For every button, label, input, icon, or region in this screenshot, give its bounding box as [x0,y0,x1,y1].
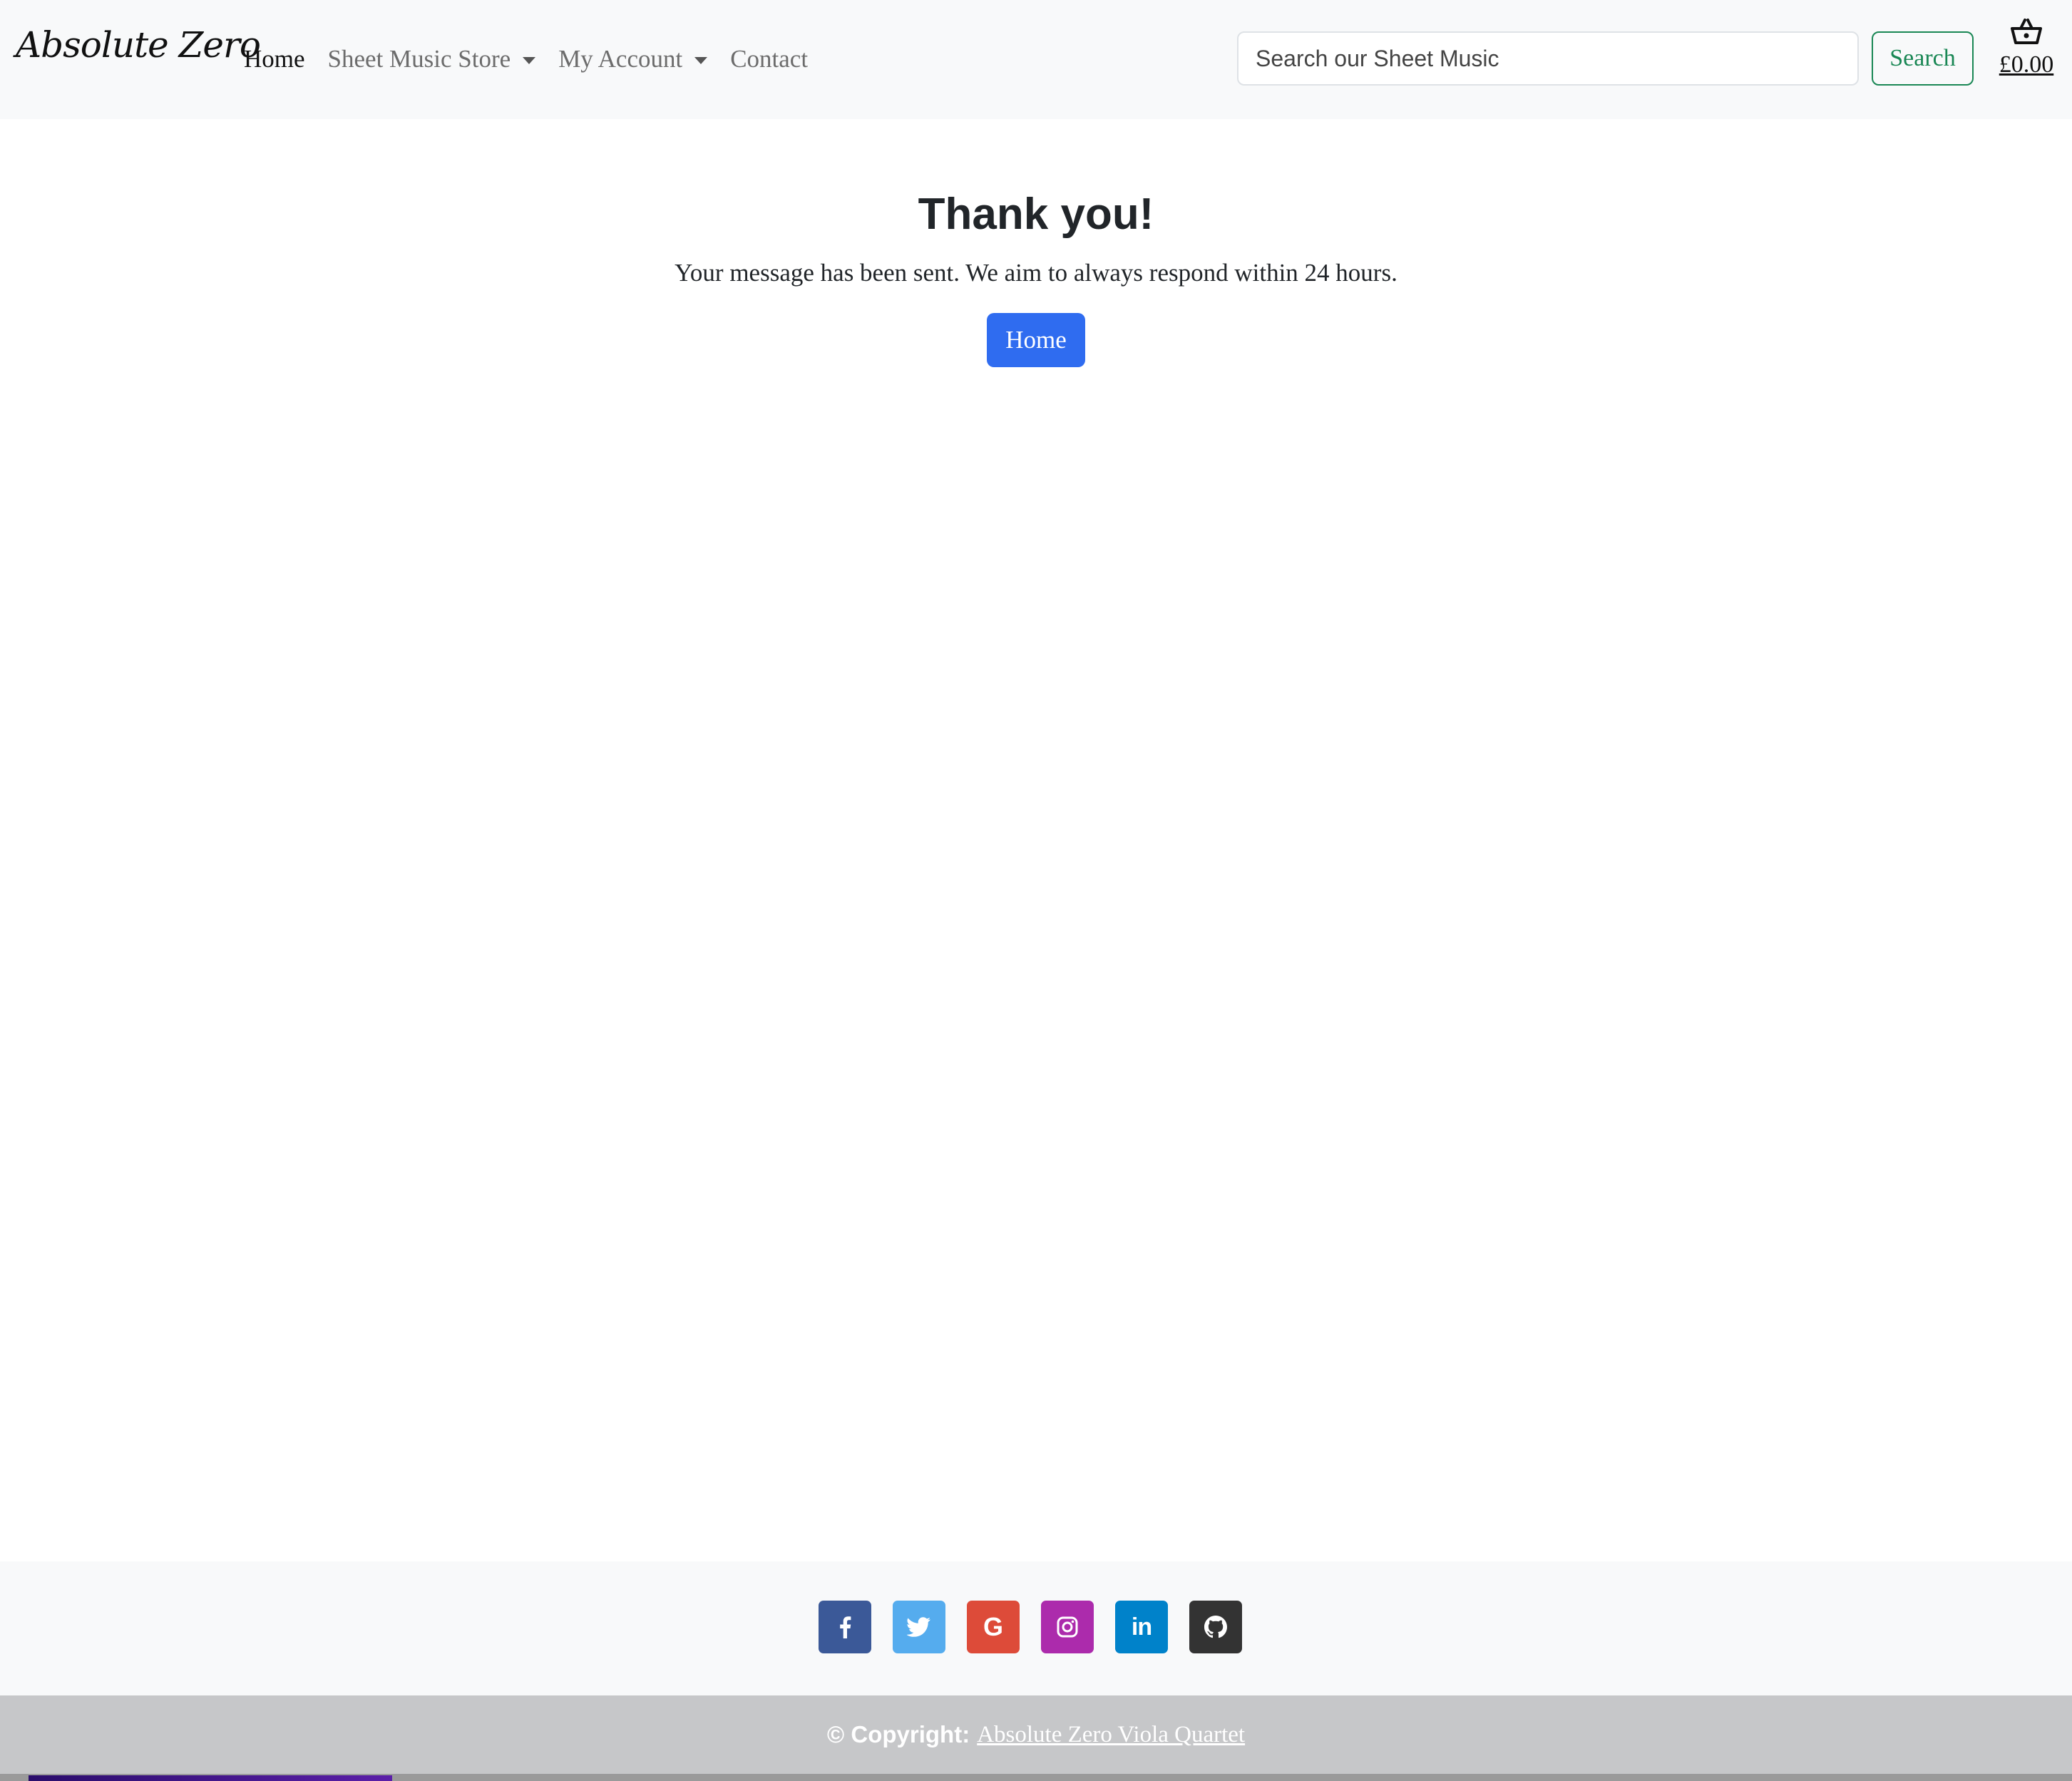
nav-link-contact-label: Contact [730,45,809,73]
instagram-icon [1057,1616,1078,1638]
caret-down-icon [694,56,708,64]
navbar: Absolute Zero Home Sheet Music Store My … [0,0,2072,119]
nav-link-my-account-label: My Account [558,45,683,73]
search-input[interactable] [1237,31,1859,86]
google-button[interactable]: G [967,1601,1020,1653]
twitter-icon [907,1617,930,1637]
confirmation-message: Your message has been sent. We aim to al… [675,259,1397,287]
copyright-link[interactable]: Absolute Zero Viola Quartet [977,1722,1245,1748]
linkedin-button[interactable]: in [1115,1601,1168,1653]
brand-logo[interactable]: Absolute Zero [16,24,261,66]
nav-link-sheet-music-store-label: Sheet Music Store [327,45,511,73]
basket-icon [2011,19,2042,44]
linkedin-icon: in [1131,1613,1152,1641]
basket-total: £0.00 [1999,51,2054,78]
nav-dropdown-sheet-music-store[interactable]: Sheet Music Store [328,45,536,73]
home-button[interactable]: Home [987,313,1085,367]
google-icon: G [983,1612,1003,1641]
social-links: G in [819,1601,1242,1653]
nav-links: Home Sheet Music Store My Account Contac… [244,39,831,79]
github-icon [1204,1616,1227,1638]
github-button[interactable] [1189,1601,1242,1653]
basket-link[interactable]: £0.00 [1996,17,2056,78]
footer-social: G in [0,1561,2072,1695]
nav-dropdown-my-account[interactable]: My Account [558,45,708,73]
nav-link-home[interactable]: Home [244,45,305,73]
twitter-button[interactable] [893,1601,945,1653]
instagram-button[interactable] [1041,1601,1094,1653]
main-content: Thank you! Your message has been sent. W… [0,119,2072,367]
page-title: Thank you! [918,190,1154,239]
bottom-strip-highlight [29,1775,392,1781]
nav-link-home-label: Home [244,45,305,73]
search-button[interactable]: Search [1872,31,1974,86]
copyright-label: © Copyright: [826,1721,970,1747]
footer-copyright: © Copyright: Absolute Zero Viola Quartet [0,1695,2072,1774]
facebook-button[interactable] [819,1601,871,1653]
nav-link-contact[interactable]: Contact [730,45,808,73]
caret-down-icon [523,56,536,64]
bottom-strip [0,1774,2072,1781]
facebook-icon [840,1616,851,1638]
